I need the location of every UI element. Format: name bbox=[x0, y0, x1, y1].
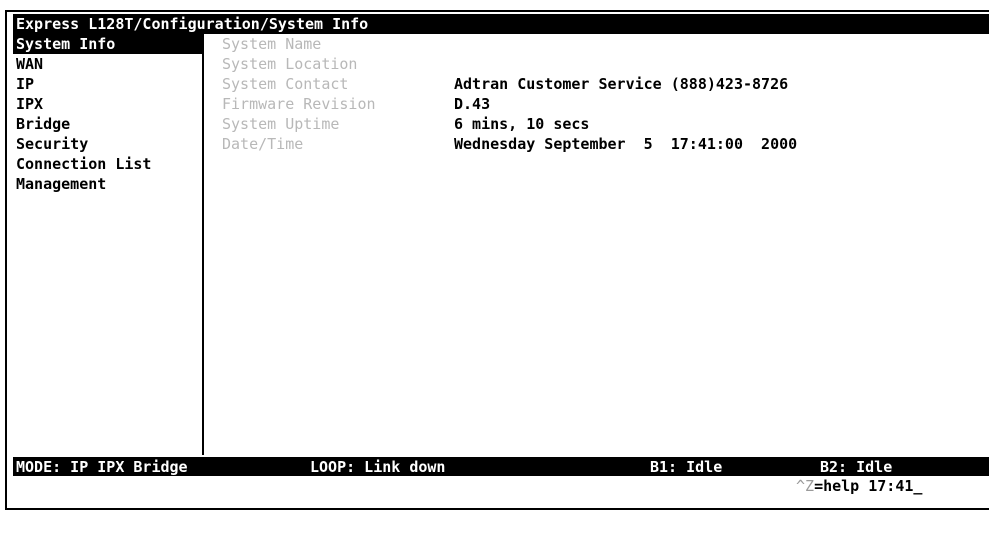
b2-status: B2: Idle bbox=[820, 458, 893, 476]
sidebar-item-ip[interactable]: IP bbox=[13, 74, 202, 94]
title-bar: Express L128T/Configuration/System Info bbox=[13, 14, 989, 34]
system-name-label: System Name bbox=[222, 35, 322, 53]
firmware-revision-value: D.43 bbox=[454, 95, 491, 113]
sidebar-item-management[interactable]: Management bbox=[13, 174, 202, 194]
b1-status: B1: Idle bbox=[650, 458, 723, 476]
frame-left-border bbox=[5, 10, 7, 510]
firmware-revision-label: Firmware Revision bbox=[222, 95, 376, 113]
sidebar-item-wan[interactable]: WAN bbox=[13, 54, 202, 74]
system-uptime-value: 6 mins, 10 secs bbox=[454, 115, 590, 133]
field-row-system-name: System Name bbox=[222, 34, 982, 54]
help-hint: ^Z=help 17:41_ bbox=[796, 476, 922, 496]
date-time-label: Date/Time bbox=[222, 135, 304, 153]
sidebar-menu: System Info WAN IP IPX Bridge Security C… bbox=[13, 34, 203, 455]
mode-status: MODE: IP IPX Bridge bbox=[16, 458, 188, 476]
status-bar: MODE: IP IPX Bridge LOOP: Link down B1: … bbox=[13, 457, 989, 476]
frame-top-border bbox=[5, 10, 989, 12]
field-row-system-contact: System Contact Adtran Customer Service (… bbox=[222, 74, 982, 94]
system-location-label: System Location bbox=[222, 55, 358, 73]
system-info-panel: System Name System Location System Conta… bbox=[222, 34, 982, 154]
help-text-clock: =help 17:41_ bbox=[814, 477, 923, 495]
sidebar-item-bridge[interactable]: Bridge bbox=[13, 114, 202, 134]
sidebar-item-connection-list[interactable]: Connection List bbox=[13, 154, 202, 174]
field-row-date-time: Date/Time Wednesday September 5 17:41:00… bbox=[222, 134, 982, 154]
field-row-system-uptime: System Uptime 6 mins, 10 secs bbox=[222, 114, 982, 134]
field-row-firmware-revision: Firmware Revision D.43 bbox=[222, 94, 982, 114]
system-uptime-label: System Uptime bbox=[222, 115, 340, 133]
date-time-field[interactable]: Wednesday September 5 17:41:00 2000 bbox=[454, 134, 797, 154]
help-key: ^Z bbox=[796, 477, 815, 495]
sidebar-divider bbox=[202, 34, 204, 455]
system-contact-label: System Contact bbox=[222, 75, 349, 93]
sidebar-item-security[interactable]: Security bbox=[13, 134, 202, 154]
field-row-system-location: System Location bbox=[222, 54, 982, 74]
loop-status: LOOP: Link down bbox=[310, 458, 446, 476]
sidebar-item-system-info[interactable]: System Info bbox=[13, 34, 202, 54]
system-contact-field[interactable]: Adtran Customer Service (888)423-8726 bbox=[454, 74, 788, 94]
sidebar-item-ipx[interactable]: IPX bbox=[13, 94, 202, 114]
